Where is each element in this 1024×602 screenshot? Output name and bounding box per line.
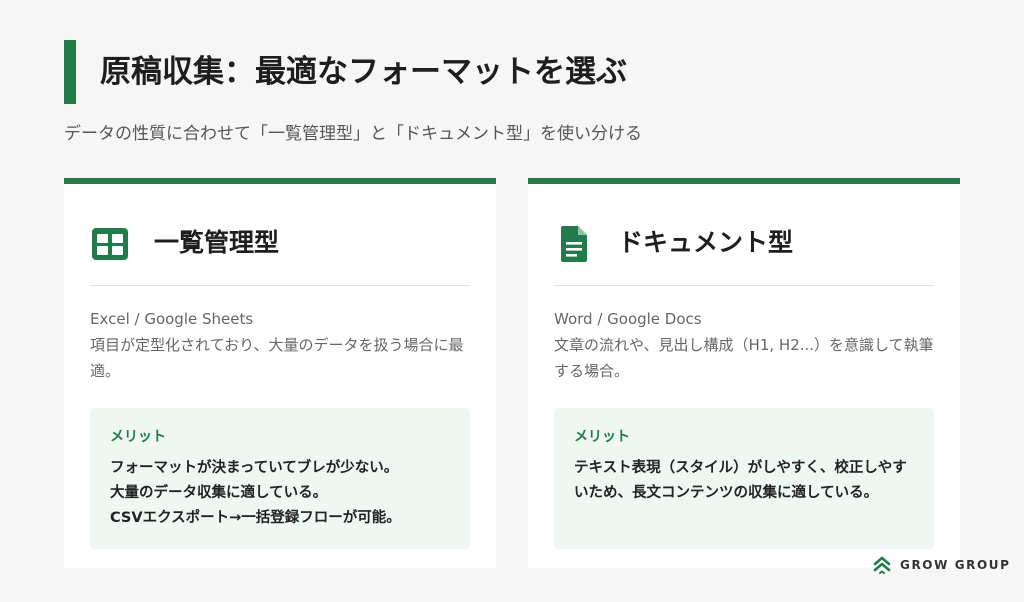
merit-box: メリット テキスト表現（スタイル）がしやすく、校正しやすいため、長文コンテンツの… xyxy=(554,408,934,549)
card-header: 一覧管理型 xyxy=(90,218,470,286)
card-list-management: 一覧管理型 Excel / Google Sheets 項目が定型化されており、… xyxy=(64,178,496,568)
brand-name: GROW GROUP xyxy=(900,558,1011,572)
merit-label: メリット xyxy=(110,429,166,445)
merit-list: テキスト表現（スタイル）がしやすく、校正しやすいため、長文コンテンツの収集に適し… xyxy=(574,456,914,506)
card-document: ドキュメント型 Word / Google Docs 文章の流れや、見出し構成（… xyxy=(528,178,960,568)
card-header: ドキュメント型 xyxy=(554,218,934,286)
spreadsheet-icon xyxy=(92,228,128,260)
title-accent-bar xyxy=(64,40,76,104)
card-description: Word / Google Docs 文章の流れや、見出し構成（H1, H2..… xyxy=(554,306,938,384)
page-title: 原稿収集：最適なフォーマットを選ぶ xyxy=(100,54,627,90)
merit-item: テキスト表現（スタイル）がしやすく、校正しやすいため、長文コンテンツの収集に適し… xyxy=(574,460,907,501)
card-description-text: 項目が定型化されており、大量のデータを扱う場合に最適。 xyxy=(90,336,464,380)
card-tools: Word / Google Docs xyxy=(554,310,702,328)
merit-item: 大量のデータ収集に適している。 xyxy=(110,485,328,501)
card-title: ドキュメント型 xyxy=(618,228,794,257)
page-subtitle: データの性質に合わせて「一覧管理型」と「ドキュメント型」を使い分ける xyxy=(64,124,642,144)
card-description: Excel / Google Sheets 項目が定型化されており、大量のデータ… xyxy=(90,306,474,384)
grow-chevron-icon xyxy=(873,556,891,574)
merit-item: CSVエクスポート→一括登録フローが可能。 xyxy=(110,510,401,526)
card-title: 一覧管理型 xyxy=(154,228,280,257)
merit-box: メリット フォーマットが決まっていてブレが少ない。 大量のデータ収集に適している… xyxy=(90,408,470,549)
merit-list: フォーマットが決まっていてブレが少ない。 大量のデータ収集に適している。 CSV… xyxy=(110,456,450,531)
brand-logo: GROW GROUP xyxy=(872,554,1011,576)
merit-item: フォーマットが決まっていてブレが少ない。 xyxy=(110,460,399,476)
merit-label: メリット xyxy=(574,429,630,445)
card-tools: Excel / Google Sheets xyxy=(90,310,254,328)
card-description-text: 文章の流れや、見出し構成（H1, H2...）を意識して執筆する場合。 xyxy=(554,336,934,380)
document-icon xyxy=(561,226,587,262)
